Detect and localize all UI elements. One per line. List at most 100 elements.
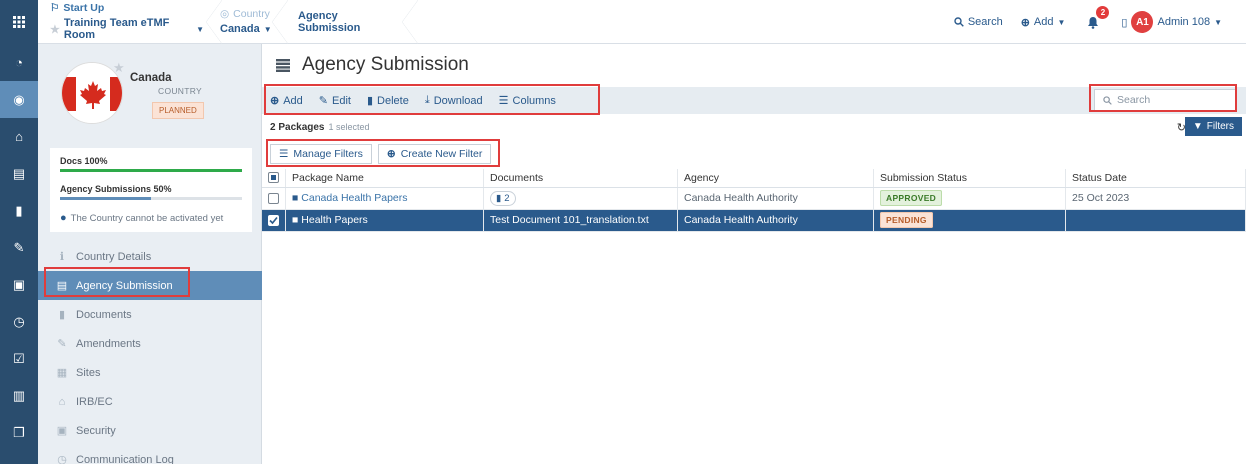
building-icon: ▦ bbox=[56, 367, 68, 379]
column-header[interactable]: Documents bbox=[483, 169, 678, 188]
caret-down-icon: ▼ bbox=[1214, 17, 1222, 27]
info-icon: ℹ bbox=[59, 251, 65, 263]
agency-progress-bar bbox=[60, 197, 242, 200]
documents-cell[interactable]: Test Document 101_translation.txt bbox=[483, 209, 678, 232]
row-checkbox[interactable] bbox=[268, 192, 279, 204]
toolbar: ⊕ Add ✎ Edit ▮ Delete ⤓ Download ☰ Columns Se… bbox=[262, 87, 1246, 114]
page-title: Agency Submission bbox=[276, 54, 469, 76]
plus-circle-icon: ⊕ bbox=[1020, 16, 1030, 29]
sidebar-item-communication-log[interactable]: ◷ Communication Log bbox=[38, 445, 262, 464]
list-icon: ☰ bbox=[279, 148, 289, 160]
table-row[interactable]: ■ Health Papers Test Document 101_transl… bbox=[262, 209, 1246, 232]
column-header[interactable]: Package Name bbox=[285, 169, 484, 188]
filter-actions: ☰ Manage Filters ⊕ Create New Filter bbox=[270, 144, 492, 164]
select-all-checkbox[interactable] bbox=[268, 172, 279, 184]
search-icon bbox=[954, 17, 964, 27]
create-new-filter-button[interactable]: ⊕ Create New Filter bbox=[377, 144, 492, 164]
breadcrumb-country[interactable]: ◎ Country Canada ▼ bbox=[214, 0, 288, 44]
rail-check[interactable]: ☑ bbox=[0, 340, 38, 377]
column-header[interactable]: Submission Status bbox=[873, 169, 1066, 188]
edit-button[interactable]: ✎ Edit bbox=[318, 94, 351, 108]
list-icon: ▤ bbox=[56, 280, 68, 292]
rail-clock[interactable]: ◷ bbox=[0, 303, 38, 340]
rail-globe[interactable]: ◉ bbox=[0, 81, 38, 118]
top-bar: ⚐ Start Up ★ Training Team eTMF Room ▼ ◎ Cou… bbox=[0, 0, 1246, 44]
country-name: Canada bbox=[130, 72, 172, 84]
clock-icon: ◷ bbox=[13, 313, 25, 329]
nav-rail: ◔ ◉ ⌂ ▤ ▮ ✎ ▣ ◷ ☑ ▥ ❐ bbox=[0, 44, 38, 464]
sidebar-item-security[interactable]: ▣ Security bbox=[38, 416, 262, 445]
sidebar-item-irb-ec[interactable]: ⌂ IRB/EC bbox=[38, 387, 262, 416]
package-count: 2 Packages 1 selected bbox=[270, 122, 370, 133]
app-grid-button[interactable] bbox=[0, 0, 38, 44]
user-menu[interactable]: ▯ A1 Admin 108 ▼ bbox=[1121, 11, 1222, 33]
column-header[interactable]: Status Date bbox=[1065, 169, 1246, 188]
rail-contact-card[interactable]: ▣ bbox=[0, 266, 38, 303]
sidebar-item-country-details[interactable]: ℹ Country Details bbox=[38, 242, 262, 271]
download-button[interactable]: ⤓ Download bbox=[425, 94, 483, 107]
activation-warning: ● The Country cannot be activated yet bbox=[60, 212, 224, 224]
top-right-actions: Search ⊕ Add ▼ 2 ▯ A1 Admin 108 ▼ bbox=[954, 0, 1246, 44]
dashboard-icon: ◔ bbox=[15, 55, 23, 70]
column-header[interactable]: Agency bbox=[677, 169, 874, 188]
documents-count-badge[interactable]: ▮ 2 bbox=[490, 190, 516, 206]
country-type: COUNTRY bbox=[158, 86, 202, 96]
rail-file[interactable]: ▮ bbox=[0, 192, 38, 229]
book-icon: ▥ bbox=[12, 387, 26, 403]
status-badge: APPROVED bbox=[880, 190, 943, 206]
package-name-link[interactable]: Health Papers bbox=[301, 214, 368, 226]
rail-book[interactable]: ▥ bbox=[0, 377, 38, 414]
status-date-cell: 25 Oct 2023 bbox=[1065, 187, 1246, 210]
clipboard-icon: ▯ bbox=[1121, 16, 1128, 29]
notifications-button[interactable]: 2 bbox=[1083, 6, 1110, 32]
rail-clipboard[interactable]: ▤ bbox=[0, 155, 38, 192]
info-circle-icon: ● bbox=[60, 212, 67, 224]
table-row[interactable]: ■ Canada Health Papers ▮ 2 Canada Health … bbox=[262, 187, 1246, 210]
favorite-star-icon[interactable]: ★ bbox=[113, 60, 125, 76]
sidebar-item-amendments[interactable]: ✎ Amendments bbox=[38, 329, 262, 358]
institution-icon: ⌂ bbox=[58, 395, 66, 408]
side-menu: ℹ Country Details ▤ Agency Submission ▮ Doc… bbox=[38, 242, 262, 464]
status-badge: PENDING bbox=[880, 212, 933, 228]
star-icon: ★ bbox=[50, 23, 60, 36]
search-icon bbox=[1103, 95, 1112, 105]
file-icon: ▮ bbox=[496, 192, 502, 204]
sidebar-item-sites[interactable]: ▦ Sites bbox=[38, 358, 262, 387]
rail-edit[interactable]: ✎ bbox=[0, 229, 38, 266]
global-add-button[interactable]: ⊕ Add ▼ bbox=[1021, 16, 1066, 29]
notification-badge: 2 bbox=[1096, 6, 1110, 19]
contact-card-icon: ▣ bbox=[12, 276, 26, 292]
caret-down-icon: ▼ bbox=[196, 24, 204, 34]
pencil-icon: ✎ bbox=[318, 95, 329, 107]
edit-icon: ✎ bbox=[57, 338, 67, 350]
global-search-button[interactable]: Search bbox=[954, 16, 1003, 28]
caret-down-icon: ▼ bbox=[263, 24, 272, 34]
check-square-icon: ☑ bbox=[13, 350, 25, 366]
institution-icon: ⌂ bbox=[15, 129, 23, 144]
document-icon: ▮ bbox=[58, 309, 66, 321]
sidebar-item-documents[interactable]: ▮ Documents bbox=[38, 300, 262, 329]
sidebar-item-agency-submission[interactable]: ▤ Agency Submission bbox=[38, 271, 262, 300]
row-checkbox[interactable] bbox=[268, 214, 279, 226]
manage-filters-button[interactable]: ☰ Manage Filters bbox=[270, 144, 372, 164]
rail-dashboard[interactable]: ◔ bbox=[0, 44, 38, 81]
rail-institution[interactable]: ⌂ bbox=[0, 118, 38, 155]
filter-icon: ▼ bbox=[1192, 121, 1203, 132]
clipboard-icon: ▤ bbox=[12, 165, 26, 181]
copy-icon: ❐ bbox=[13, 424, 25, 440]
table-search-input[interactable]: Search bbox=[1094, 89, 1236, 111]
briefcase-icon: ■ bbox=[292, 192, 299, 204]
agency-cell: Canada Health Authority bbox=[677, 209, 874, 232]
columns-button[interactable]: ☰ Columns bbox=[499, 94, 556, 108]
select-all-header bbox=[262, 169, 286, 188]
lock-icon: ▣ bbox=[56, 425, 68, 437]
breadcrumb-study[interactable]: ⚐ Start Up ★ Training Team eTMF Room ▼ bbox=[38, 0, 222, 44]
delete-button[interactable]: ▮ Delete bbox=[367, 94, 409, 108]
main-content: Agency Submission ⊕ Add ✎ Edit ▮ Delete ⤓ Do… bbox=[262, 44, 1246, 464]
filters-button[interactable]: ▼ Filters bbox=[1184, 117, 1242, 136]
add-button[interactable]: ⊕ Add bbox=[270, 94, 303, 108]
package-name-link[interactable]: Canada Health Papers bbox=[301, 192, 407, 204]
check-icon bbox=[269, 216, 278, 224]
progress-panel: Docs 100% Agency Submissions 50% ● The C… bbox=[50, 148, 252, 232]
rail-copy[interactable]: ❐ bbox=[0, 414, 38, 451]
